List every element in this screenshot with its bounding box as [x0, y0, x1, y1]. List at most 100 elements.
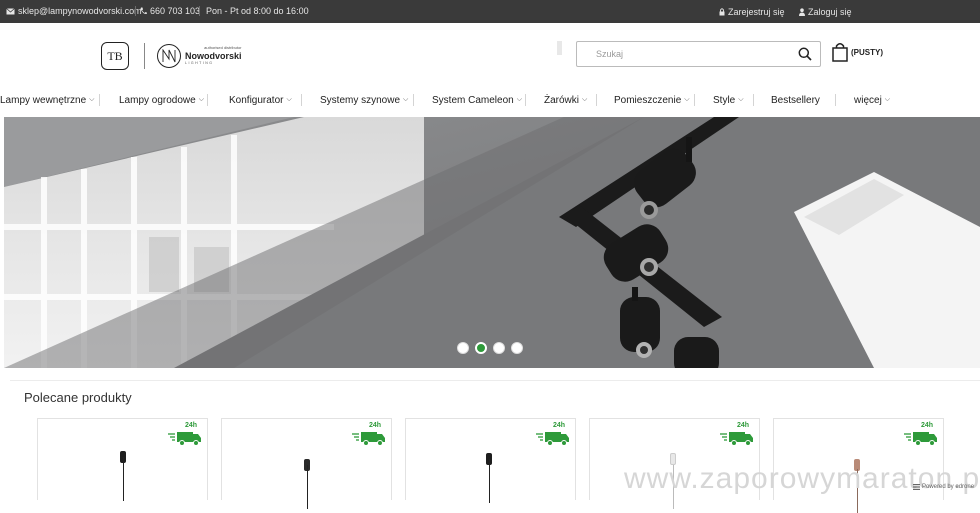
- watermark-text: www.zaporowymaraton.pl: [624, 462, 980, 495]
- nav-label: więcej: [854, 94, 882, 106]
- user-icon: [799, 7, 805, 16]
- nav-label: Lampy ogrodowe: [119, 94, 196, 106]
- nav-item-lampy-ogrodowe[interactable]: Lampy ogrodowe ⌵: [119, 90, 204, 110]
- chevron-down-icon: ⌵: [582, 96, 588, 103]
- nav-label: Konfigurator: [229, 94, 284, 106]
- nav-item-system-cameleon[interactable]: System Cameleon ⌵: [432, 90, 522, 110]
- nav-label: Pomieszczenie: [614, 94, 682, 106]
- nav-item-konfigurator[interactable]: Konfigurator ⌵: [229, 90, 292, 110]
- contact-email[interactable]: sklep@lampynowodvorski.com: [6, 6, 142, 16]
- register-link[interactable]: Zarejestruj się: [719, 0, 785, 23]
- chevron-down-icon: ⌵: [198, 96, 205, 103]
- chevron-down-icon: ⌵: [403, 96, 409, 103]
- nav-item-systemy-szynowe[interactable]: Systemy szynowe ⌵: [320, 90, 408, 110]
- delivery-time: 24h: [736, 422, 749, 429]
- chevron-down-icon: ⌵: [884, 96, 891, 103]
- nav-item-wiecej[interactable]: więcej ⌵: [854, 90, 890, 110]
- slider-dot[interactable]: [457, 342, 469, 354]
- delivery-time: 24h: [552, 422, 565, 429]
- product-card[interactable]: 24h: [37, 418, 208, 501]
- menu-icon: [913, 484, 920, 490]
- nav-label: Style: [713, 94, 736, 106]
- nav-divider: [301, 94, 302, 106]
- nav-divider: [596, 94, 597, 106]
- delivery-badge: 24h: [903, 422, 939, 448]
- slider-dot[interactable]: [511, 342, 523, 354]
- nav-label: Systemy szynowe: [320, 94, 401, 106]
- logo-tagline: authorised distributor: [204, 45, 242, 51]
- lamp-cord: [307, 465, 308, 509]
- nav-item-bestsellery[interactable]: Bestsellery: [771, 90, 820, 110]
- logo-brand: Nowodvorski: [185, 51, 242, 62]
- delivery-badge: 24h: [351, 422, 387, 448]
- logo-mark-letters: TB: [107, 48, 123, 63]
- product-card[interactable]: 24h: [405, 418, 576, 503]
- search-toggle[interactable]: [557, 41, 562, 55]
- chevron-down-icon: ⌵: [516, 96, 523, 103]
- hours-text: Pon - Pt od 8:00 do 16:00: [206, 6, 309, 16]
- phone-text: 660 703 103: [150, 6, 201, 16]
- search-box: [576, 41, 821, 67]
- distributor-text: authorised distributor Nowodvorski LIGHT…: [185, 46, 242, 66]
- shopping-bag-icon: [832, 43, 848, 62]
- contact-phone[interactable]: 660 703 103: [140, 6, 200, 16]
- nav-label: Lampy wewnętrzne: [0, 94, 87, 106]
- opening-hours: Pon - Pt od 8:00 do 16:00: [206, 6, 309, 16]
- top-bar: sklep@lampynowodvorski.com 660 703 103 P…: [0, 0, 980, 23]
- logo-divider: [144, 43, 145, 69]
- nav-divider: [413, 94, 414, 106]
- powered-by-text: Powered by edrone: [922, 484, 975, 490]
- logo-sub: LIGHTING: [185, 61, 214, 66]
- nav-item-pomieszczenie[interactable]: Pomieszczenie ⌵: [614, 90, 690, 110]
- section-title: Polecane produkty: [24, 390, 132, 405]
- powered-by-badge[interactable]: Powered by edrone: [913, 484, 974, 490]
- register-label: Zarejestruj się: [728, 6, 785, 17]
- nav-divider: [207, 94, 208, 106]
- nav-divider: [99, 94, 100, 106]
- nav-divider: [525, 94, 526, 106]
- delivery-time: 24h: [920, 422, 933, 429]
- login-label: Zaloguj się: [808, 6, 852, 17]
- divider: [135, 6, 136, 16]
- delivery-badge: 24h: [719, 422, 755, 448]
- email-text: sklep@lampynowodvorski.com: [18, 6, 142, 16]
- login-link[interactable]: Zaloguj się: [799, 0, 852, 23]
- chevron-down-icon: ⌵: [89, 96, 95, 103]
- divider: [199, 6, 200, 16]
- cart-button[interactable]: (PUSTY): [832, 42, 883, 62]
- envelope-icon: [6, 7, 15, 14]
- nav-divider: [694, 94, 695, 106]
- chevron-down-icon: ⌵: [684, 96, 690, 103]
- search-icon[interactable]: [798, 47, 812, 66]
- nav-item-zarowki[interactable]: Żarówki ⌵: [544, 90, 587, 110]
- nav-item-style[interactable]: Style ⌵: [713, 90, 744, 110]
- nav-label: Bestsellery: [771, 94, 820, 106]
- nav-divider: [753, 94, 754, 106]
- nowodvorski-logo-icon: [157, 44, 181, 68]
- product-card[interactable]: 24h: [221, 418, 392, 509]
- slider-dots: [457, 342, 523, 354]
- main-navigation: Lampy wewnętrzne ⌵ Lampy ogrodowe ⌵ Konfig…: [0, 90, 980, 110]
- slider-dot[interactable]: [493, 342, 505, 354]
- nav-label: System Cameleon: [432, 94, 514, 106]
- chevron-down-icon: ⌵: [286, 96, 292, 103]
- store-logo[interactable]: TB authorised distributor Nowodvorski LI…: [101, 42, 242, 70]
- section-divider: [10, 380, 980, 381]
- lamp-cord: [489, 459, 490, 503]
- delivery-badge: 24h: [167, 422, 203, 448]
- lock-icon: [719, 7, 725, 15]
- hero-image: [4, 117, 980, 368]
- delivery-badge: 24h: [535, 422, 571, 448]
- search-input[interactable]: [577, 49, 787, 59]
- nav-divider: [835, 94, 836, 106]
- hero-slider[interactable]: [4, 117, 980, 368]
- lamp-cord: [123, 457, 124, 501]
- nav-item-lampy-wewnetrzne[interactable]: Lampy wewnętrzne ⌵: [0, 90, 94, 110]
- chevron-down-icon: ⌵: [738, 96, 744, 103]
- nav-label: Żarówki: [544, 94, 580, 106]
- cart-label: (PUSTY): [851, 47, 883, 57]
- phone-icon: [140, 7, 147, 15]
- tb-logo-mark: TB: [101, 42, 129, 70]
- delivery-time: 24h: [368, 422, 381, 429]
- slider-dot-active[interactable]: [475, 342, 487, 354]
